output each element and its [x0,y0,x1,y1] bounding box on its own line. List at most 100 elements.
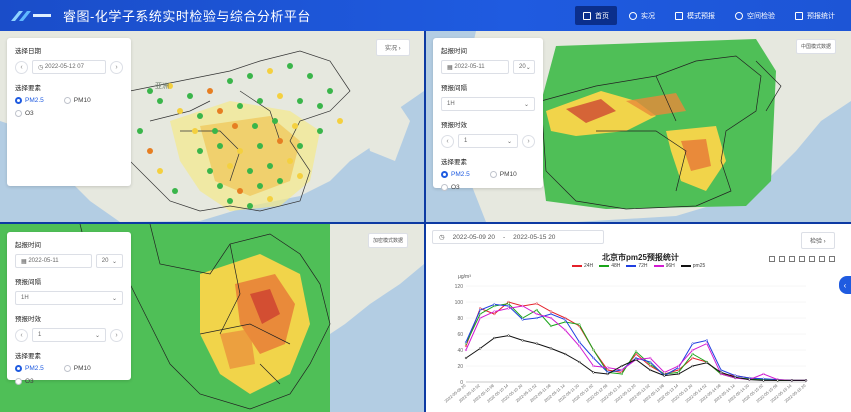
nav-label: 模式预报 [687,12,715,20]
station-marker[interactable] [187,93,193,99]
station-marker[interactable] [197,113,203,119]
start-date-field[interactable]: ▦ 2022-05-11 [441,60,509,74]
radio-pm10[interactable]: PM10 [63,97,91,104]
model-forecast-map-panel[interactable]: 起报时间 ▦ 2022-05-11 20 ⌄ 预报间隔 1H ⌄ 预报时效 ‹ 1 ⌄… [426,31,851,222]
observation-map-panel[interactable]: 蒙古 亚洲 选择日期 ‹ ◷ 2022-05-12 07 › 选择要素 PM2.… [0,31,424,222]
station-marker[interactable] [287,158,293,164]
station-marker[interactable] [217,143,223,149]
station-marker[interactable] [217,108,223,114]
leadtime-decrement[interactable]: ‹ [441,134,454,148]
station-marker[interactable] [207,168,213,174]
start-hour-select[interactable]: 20 ⌄ [513,60,535,74]
date-picker[interactable]: ◷ 2022-05-12 07 [32,60,106,74]
station-marker[interactable] [317,128,323,134]
station-marker[interactable] [147,88,153,94]
user-icon [735,11,743,20]
station-marker[interactable] [212,128,218,134]
dense-model-map-panel[interactable]: 起报时间 ▦ 2022-05-11 20 ⌄ 预报间隔 1H ⌄ 预报时效 ‹ 1 ⌄… [0,224,424,412]
side-collapse-tab[interactable]: ‹ [839,276,851,294]
station-marker[interactable] [297,173,303,179]
station-marker[interactable] [327,88,333,94]
station-marker[interactable] [337,118,343,124]
radio-o3[interactable]: O3 [15,110,34,117]
station-marker[interactable] [237,188,243,194]
leadtime-increment[interactable]: › [110,328,123,342]
interval-select[interactable]: 1H ⌄ [441,97,535,111]
start-date-field[interactable]: ▦ 2022-05-11 [15,254,92,268]
station-marker[interactable] [267,163,273,169]
nav-model-forecast[interactable]: 模式预报 [667,6,723,25]
station-marker[interactable] [277,138,283,144]
data-point [620,372,623,376]
radio-pm25[interactable]: PM2.5 [441,171,470,178]
station-marker[interactable] [257,98,263,104]
data-point [592,348,595,352]
station-marker[interactable] [257,183,263,189]
start-time-label: 起报时间 [441,48,467,55]
station-marker[interactable] [297,143,303,149]
data-point [804,379,808,382]
leadtime-input[interactable]: 1 ⌄ [32,328,106,342]
data-point [649,356,652,360]
station-marker[interactable] [157,168,163,174]
element-label: 选择要素 [15,353,41,360]
station-marker[interactable] [137,128,143,134]
station-marker[interactable] [267,68,273,74]
radio-o3[interactable]: O3 [441,184,460,191]
station-marker[interactable] [227,163,233,169]
radio-pm10[interactable]: PM10 [489,171,517,178]
station-marker[interactable] [272,118,278,124]
data-point [535,302,538,305]
nav-spatial-verification[interactable]: 空间检验 [727,6,783,25]
radio-pm25[interactable]: PM2.5 [15,97,44,104]
station-marker[interactable] [247,168,253,174]
leadtime-decrement[interactable]: ‹ [15,328,28,342]
station-marker[interactable] [277,178,283,184]
station-marker[interactable] [157,98,163,104]
station-marker[interactable] [177,108,183,114]
station-marker[interactable] [317,103,323,109]
station-marker[interactable] [257,143,263,149]
station-marker[interactable] [172,188,178,194]
station-marker[interactable] [247,203,253,209]
station-marker[interactable] [192,128,198,134]
nav-home[interactable]: 首页 [575,6,617,25]
dense-model-data-button[interactable]: 加密模式数据 [368,233,409,248]
station-marker[interactable] [237,103,243,109]
pm25-line-chart: μg/m³0204060801001202022-05-09 202022-05… [443,274,808,403]
leadtime-input[interactable]: 1 ⌄ [458,134,518,148]
station-marker[interactable] [197,148,203,154]
data-point [691,356,694,360]
station-marker[interactable] [227,198,233,204]
station-marker[interactable] [237,148,243,154]
station-marker[interactable] [252,123,258,129]
next-date-button[interactable]: › [110,60,123,74]
station-marker[interactable] [247,73,253,79]
station-marker[interactable] [147,148,153,154]
start-hour-select[interactable]: 20 ⌄ [95,254,123,268]
radio-o3[interactable]: O3 [15,378,34,385]
observation-button[interactable]: 实况 › [376,39,410,56]
station-marker[interactable] [297,98,303,104]
model-forecast-controls: 起报时间 ▦ 2022-05-11 20 ⌄ 预报间隔 1H ⌄ 预报时效 ‹ 1 ⌄… [433,38,543,191]
station-marker[interactable] [307,73,313,79]
china-model-data-button[interactable]: 中国模式数据 [796,39,837,54]
nav-forecast-statistics[interactable]: 预报统计 [787,6,843,25]
radio-pm10[interactable]: PM10 [63,365,91,372]
data-point [691,352,694,356]
station-marker[interactable] [267,196,273,202]
radio-pm25[interactable]: PM2.5 [15,365,44,372]
leadtime-increment[interactable]: › [522,134,535,148]
prev-date-button[interactable]: ‹ [15,60,28,74]
nav-observation[interactable]: 实况 [621,6,663,25]
data-point [790,379,793,382]
station-marker[interactable] [292,123,298,129]
station-marker[interactable] [217,183,223,189]
app-header: 睿图-化学子系统实时检验与综合分析平台 首页 实况 模式预报 空间检验 预报统计 [0,0,851,31]
station-marker[interactable] [277,93,283,99]
station-marker[interactable] [232,123,238,129]
station-marker[interactable] [207,88,213,94]
station-marker[interactable] [227,78,233,84]
station-marker[interactable] [287,63,293,69]
interval-select[interactable]: 1H ⌄ [15,291,123,305]
